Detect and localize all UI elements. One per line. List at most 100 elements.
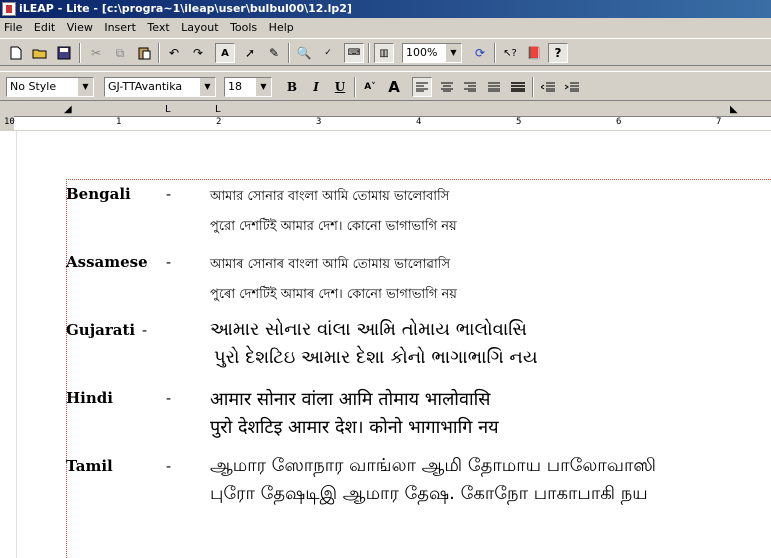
tab-stop-marker[interactable]: L — [165, 104, 171, 115]
text-line[interactable]: আমার সোনার বাংলা আমি তোমায় ভালোবাসি — [210, 187, 449, 208]
dash: - — [142, 321, 148, 339]
toolbar-separator — [494, 43, 496, 63]
chevron-down-icon[interactable]: ▼ — [77, 78, 93, 96]
first-indent-marker[interactable]: ◢ — [64, 104, 72, 115]
right-indent-marker[interactable]: ◣ — [730, 104, 738, 115]
align-center-icon[interactable] — [437, 77, 457, 97]
style-value: No Style — [10, 80, 57, 93]
language-label: Assamese — [66, 253, 148, 271]
dash: - — [166, 253, 172, 271]
page-margin-guide — [66, 179, 771, 180]
dash: - — [166, 185, 172, 203]
justify-icon[interactable] — [484, 77, 504, 97]
find-icon[interactable]: 🔍 — [294, 43, 314, 63]
chevron-down-icon[interactable]: ▼ — [199, 78, 215, 96]
chevron-down-icon[interactable]: ▼ — [255, 78, 271, 96]
text-line[interactable]: আমাৰ সোনাৰ বাংলা আমি তোমায় ভালোৱাসি — [210, 255, 450, 276]
align-right-icon[interactable] — [460, 77, 480, 97]
ruler-label: 10 — [4, 117, 15, 127]
text-line[interactable]: புரோ தேஷடிஇ ஆமார தேஷ. கோநோ பாகாபாகி நய — [210, 483, 648, 506]
open-folder-icon[interactable] — [30, 43, 50, 63]
justify-all-icon[interactable] — [508, 77, 528, 97]
cut-icon[interactable]: ✂ — [86, 43, 106, 63]
ruler-label: 2 — [216, 117, 222, 127]
underline-icon[interactable]: U — [330, 77, 350, 97]
font-size-select[interactable]: 18 ▼ — [224, 77, 272, 97]
toolbar-separator — [354, 77, 356, 97]
toolbar-separator — [368, 43, 370, 63]
chevron-down-icon[interactable]: ▼ — [445, 44, 461, 62]
decrease-font-icon[interactable]: A˅ — [360, 77, 380, 97]
ruler[interactable]: ◢ L L ◣ 10 1 2 3 4 5 6 7 — [0, 101, 771, 131]
copy-icon[interactable]: ⧉ — [110, 43, 130, 63]
menu-file[interactable]: File — [0, 18, 26, 38]
font-select[interactable]: GJ-TTAvantika ▼ — [104, 77, 216, 97]
ruler-label: 5 — [516, 117, 522, 127]
save-icon[interactable] — [54, 43, 74, 63]
menu-help[interactable]: Help — [265, 18, 298, 38]
toolbar-separator — [288, 43, 290, 63]
title-bar: iLEAP - Lite - [c:\progra~1\ileap\user\b… — [0, 0, 771, 18]
text-line[interactable]: পুৰো দেশটিই আমাৰ দেশ। কোনো ভাগাভাগি নয় — [210, 285, 457, 306]
toolbar-separator — [158, 43, 160, 63]
text-line[interactable]: পুরো দেশটিই আমার দেশ। কোনো ভাগাভাগি নয় — [210, 217, 457, 238]
menu-bar: File Edit View Insert Text Layout Tools … — [0, 18, 771, 38]
page-margin-guide — [66, 179, 67, 558]
menu-layout[interactable]: Layout — [177, 18, 222, 38]
new-file-icon[interactable] — [6, 43, 26, 63]
align-left-icon[interactable] — [412, 77, 432, 97]
undo-icon[interactable]: ↶ — [164, 43, 184, 63]
document-area[interactable]: Bengali - আমার সোনার বাংলা আমি তোমায় ভা… — [0, 131, 771, 558]
italic-icon[interactable]: I — [306, 77, 326, 97]
outdent-icon[interactable] — [538, 77, 558, 97]
menu-tools[interactable]: Tools — [226, 18, 261, 38]
toolbar-separator — [532, 77, 534, 97]
font-size-value: 18 — [228, 80, 242, 93]
indent-icon[interactable] — [562, 77, 582, 97]
pointer-icon[interactable]: ➚ — [240, 43, 260, 63]
ruler-label: 6 — [616, 117, 622, 127]
increase-font-icon[interactable]: A — [384, 77, 404, 97]
pencil-icon[interactable]: ✎ — [264, 43, 284, 63]
dash: - — [166, 457, 172, 475]
language-label: Bengali — [66, 185, 131, 203]
language-label: Hindi — [66, 389, 113, 407]
standard-toolbar: ✂ ⧉ ↶ ↷ A ➚ ✎ 🔍 ✓ ⌨ ▥ 100% ▼ ⟳ ↖? 📕 ? — [0, 38, 771, 66]
ruler-label: 1 — [116, 117, 122, 127]
menu-insert[interactable]: Insert — [100, 18, 140, 38]
app-icon[interactable] — [2, 2, 16, 16]
ruler-strip — [14, 116, 771, 130]
toolbar-separator — [79, 43, 81, 63]
spell-check-icon[interactable]: ✓ — [318, 43, 338, 63]
bold-icon[interactable]: B — [282, 77, 302, 97]
refresh-icon[interactable]: ⟳ — [470, 43, 490, 63]
font-value: GJ-TTAvantika — [108, 80, 183, 93]
ruler-label: 3 — [316, 117, 322, 127]
text-line[interactable]: आमार सोनार वांला आमि तोमाय भालोवासि — [210, 387, 490, 411]
text-line[interactable]: पुरो देशटिइ आमार देश। कोनो भागाभागि नय — [210, 415, 499, 439]
text-mode-icon[interactable]: A — [215, 43, 235, 63]
ruler-label: 4 — [416, 117, 422, 127]
help-icon[interactable]: ? — [548, 43, 568, 63]
context-help-icon[interactable]: ↖? — [500, 43, 520, 63]
keyboard-icon[interactable]: ⌨ — [344, 43, 364, 63]
book-icon[interactable]: 📕 — [524, 43, 544, 63]
window-title: iLEAP - Lite - [c:\progra~1\ileap\user\b… — [19, 2, 352, 15]
format-toolbar: No Style ▼ GJ-TTAvantika ▼ 18 ▼ B I U A˅… — [0, 71, 771, 101]
style-select[interactable]: No Style ▼ — [6, 77, 94, 97]
page-layout-icon[interactable]: ▥ — [374, 43, 394, 63]
paste-icon[interactable] — [134, 43, 154, 63]
text-line[interactable]: આમાર સોનાર વાંલા આમિ તોમાય ભાલોવાસિ — [210, 319, 527, 340]
menu-edit[interactable]: Edit — [30, 18, 59, 38]
zoom-value: 100% — [406, 46, 438, 59]
zoom-select[interactable]: 100% ▼ — [402, 43, 462, 63]
menu-text[interactable]: Text — [143, 18, 173, 38]
language-label: Gujarati — [66, 321, 136, 339]
tab-stop-marker[interactable]: L — [215, 104, 221, 115]
text-line[interactable]: ஆமார ஸோநார வாங்லா ஆமி தோமாய பாலோவாஸி — [210, 455, 656, 478]
menu-view[interactable]: View — [63, 18, 97, 38]
redo-icon[interactable]: ↷ — [188, 43, 208, 63]
language-label: Tamil — [66, 457, 113, 475]
text-line[interactable]: પુરો દેશટિઇ આમાર દેશ। કોનો ભાગાભાગિ નય — [214, 347, 538, 368]
dash: - — [166, 389, 172, 407]
